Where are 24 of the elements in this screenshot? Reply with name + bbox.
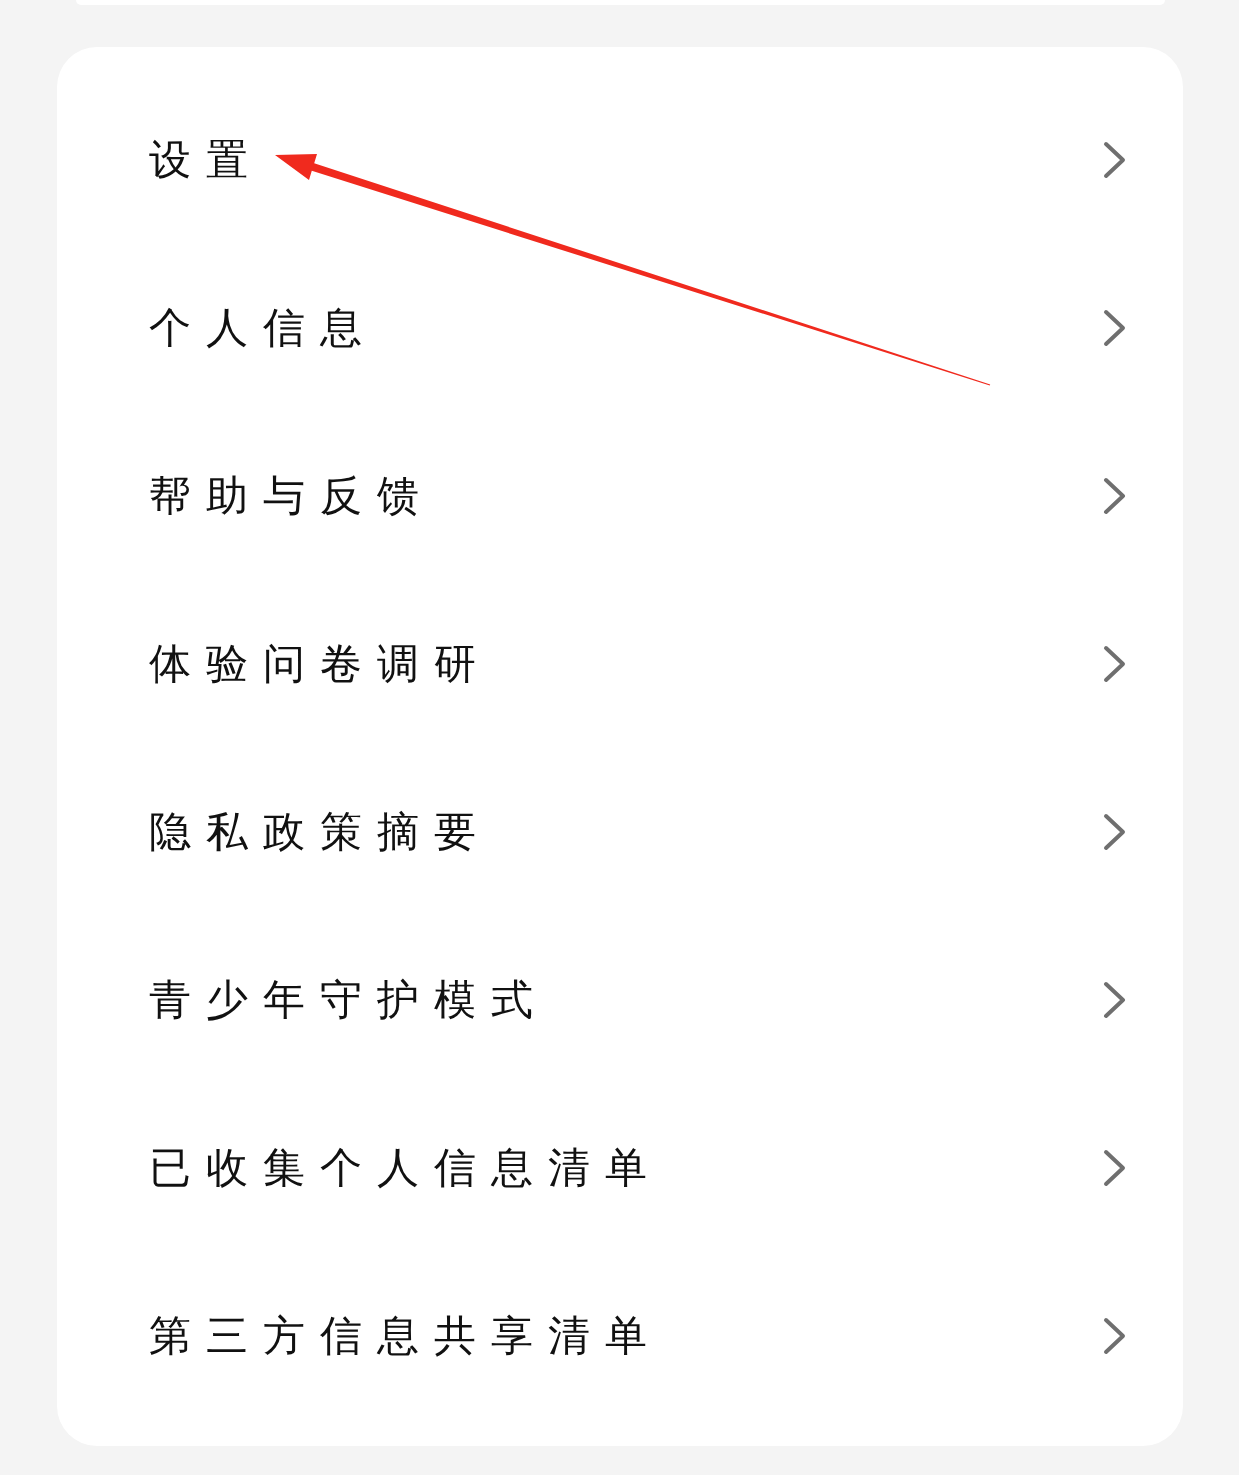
menu-item[interactable]: 已收集个人信息清单 bbox=[57, 1084, 1183, 1252]
menu-item-label: 帮助与反馈 bbox=[149, 470, 434, 522]
menu-item[interactable]: 设置 bbox=[57, 76, 1183, 244]
chevron-right-icon bbox=[1103, 1149, 1127, 1187]
menu-item[interactable]: 青少年守护模式 bbox=[57, 916, 1183, 1084]
chevron-right-icon bbox=[1103, 1317, 1127, 1355]
menu-item[interactable]: 帮助与反馈 bbox=[57, 412, 1183, 580]
menu-item-label: 体验问卷调研 bbox=[149, 638, 491, 690]
menu-item-label: 青少年守护模式 bbox=[149, 974, 548, 1026]
menu-item-label: 设置 bbox=[149, 134, 263, 186]
menu-item[interactable]: 隐私政策摘要 bbox=[57, 748, 1183, 916]
menu-item-label: 第三方信息共享清单 bbox=[149, 1310, 662, 1362]
chevron-right-icon bbox=[1103, 981, 1127, 1019]
chevron-right-icon bbox=[1103, 477, 1127, 515]
menu-item-label: 隐私政策摘要 bbox=[149, 806, 491, 858]
chevron-right-icon bbox=[1103, 645, 1127, 683]
menu-item[interactable]: 体验问卷调研 bbox=[57, 580, 1183, 748]
menu-item-label: 已收集个人信息清单 bbox=[149, 1142, 662, 1194]
chevron-right-icon bbox=[1103, 309, 1127, 347]
chevron-right-icon bbox=[1103, 141, 1127, 179]
menu-item[interactable]: 第三方信息共享清单 bbox=[57, 1252, 1183, 1420]
chevron-right-icon bbox=[1103, 813, 1127, 851]
menu-item-label: 个人信息 bbox=[149, 302, 377, 354]
menu-item[interactable]: 个人信息 bbox=[57, 244, 1183, 412]
